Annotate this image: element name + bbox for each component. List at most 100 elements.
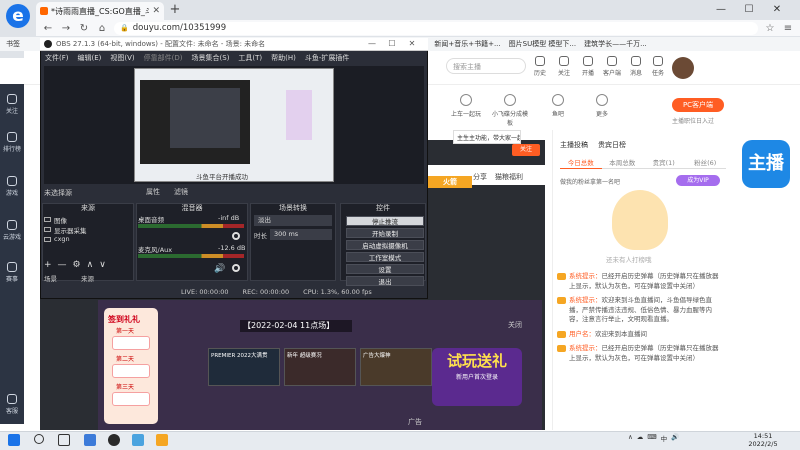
sidebar-item-games[interactable]: 游戏: [0, 176, 24, 197]
room-nav-ufo[interactable]: 小飞碟分成模板: [490, 94, 530, 127]
volume-icon[interactable]: 🔊: [671, 433, 679, 443]
url-field[interactable]: 🔒 douyu.com/10351999: [114, 21, 758, 35]
sidebar-item-esports[interactable]: 赛事: [0, 262, 24, 283]
douyu-search-input[interactable]: 搜索主播: [446, 58, 526, 74]
menu-icon[interactable]: ≡: [782, 23, 794, 34]
obs-menu-item[interactable]: 文件(F): [45, 53, 69, 63]
obs-source-item[interactable]: cxgn: [42, 235, 132, 245]
stop-streaming-button[interactable]: 停止推流: [346, 216, 424, 226]
obs-menu-item[interactable]: 场景集合(S): [192, 53, 230, 63]
obs-menu-item[interactable]: 编辑(E): [78, 53, 102, 63]
refresh-icon[interactable]: ↻: [78, 23, 90, 34]
header-follow[interactable]: 关注: [552, 56, 576, 77]
move-down-button[interactable]: ∨: [99, 260, 106, 270]
obs-filters-button[interactable]: 滤镜: [174, 187, 188, 197]
tab-week[interactable]: 本周总数: [601, 157, 643, 169]
remove-source-button[interactable]: —: [58, 260, 67, 270]
studio-mode-button[interactable]: 工作室模式: [346, 252, 424, 262]
host-promo-logo[interactable]: 主播: [742, 140, 790, 188]
tab-fans[interactable]: 粉丝(6): [684, 157, 726, 169]
obs-properties-button[interactable]: 属性: [146, 187, 160, 197]
obs-maximize-button[interactable]: ☐: [384, 39, 400, 48]
start-recording-button[interactable]: 开始录制: [346, 228, 424, 238]
home-icon[interactable]: ⌂: [96, 23, 108, 34]
gift-box[interactable]: [112, 392, 150, 406]
window-minimize-button[interactable]: —: [710, 3, 732, 17]
forward-icon[interactable]: →: [60, 23, 72, 34]
cat-food-button[interactable]: 猫粮福利: [495, 172, 523, 182]
exit-button[interactable]: 退出: [346, 276, 424, 286]
obs-source-item[interactable]: 图像: [42, 215, 132, 225]
transition-duration-field[interactable]: 300 ms: [270, 229, 332, 240]
gear-icon[interactable]: [232, 232, 240, 240]
rocket-label[interactable]: 火箭: [428, 176, 472, 188]
room-nav-more[interactable]: 更多: [582, 94, 622, 118]
browser-logo-icon[interactable]: e: [6, 4, 30, 28]
browser-taskbar-icon[interactable]: [132, 434, 144, 446]
cloud-icon[interactable]: ☁: [637, 433, 644, 443]
bookmark-item[interactable]: 图片SU模型 模型下...: [509, 39, 576, 49]
sidebar-item-cloudgame[interactable]: 云游戏: [0, 220, 24, 241]
star-icon[interactable]: ☆: [764, 23, 776, 34]
task-view-icon[interactable]: [58, 434, 70, 446]
search-icon[interactable]: [34, 434, 44, 444]
ime-icon[interactable]: 中: [661, 433, 668, 443]
become-vip-button[interactable]: 成为VIP: [676, 175, 720, 186]
avatar[interactable]: [672, 57, 694, 79]
tab-scenes[interactable]: 场景: [44, 273, 57, 283]
tab-close-icon[interactable]: ✕: [152, 6, 160, 16]
back-icon[interactable]: ←: [42, 23, 54, 34]
header-client[interactable]: 客户端: [600, 56, 624, 77]
file-explorer-icon[interactable]: [84, 434, 96, 446]
room-nav-fishbar[interactable]: 鱼吧: [538, 94, 578, 118]
window-close-button[interactable]: ✕: [766, 3, 788, 17]
tab-vip-daily[interactable]: 贵宾日榜: [598, 140, 626, 150]
source-settings-button[interactable]: ⚙: [73, 260, 81, 270]
close-ad-button[interactable]: 关闭: [508, 320, 522, 330]
obs-taskbar-icon[interactable]: [108, 434, 120, 446]
window-maximize-button[interactable]: ☐: [738, 3, 760, 17]
obs-menu-item[interactable]: 斗鱼-扩展插件: [305, 53, 350, 63]
ad-thumbnail[interactable]: 新年 超级赛况: [284, 348, 356, 386]
tab-vip[interactable]: 贵宾(1): [643, 157, 685, 169]
obs-menu-item[interactable]: 帮助(H): [271, 53, 296, 63]
header-broadcast[interactable]: 开播: [576, 56, 600, 77]
speaker-icon[interactable]: 🔊: [214, 264, 225, 274]
header-message[interactable]: 消息: [624, 56, 648, 77]
header-task[interactable]: 任务: [646, 56, 670, 77]
pc-client-button[interactable]: PC客户端: [672, 98, 724, 112]
bookmark-item[interactable]: 建筑学长——千万...: [584, 39, 647, 49]
obs-menu-item[interactable]: 视图(V): [110, 53, 134, 63]
keyboard-icon[interactable]: ⌨: [647, 433, 656, 443]
ad-thumbnail[interactable]: PREMIER 2022大满贯: [208, 348, 280, 386]
obs-source-item[interactable]: 显示器采集: [42, 225, 132, 235]
gear-icon[interactable]: [232, 264, 240, 272]
room-nav-ride[interactable]: 上车一起玩: [446, 94, 486, 118]
sidebar-item-rank[interactable]: 排行榜: [0, 132, 24, 153]
move-up-button[interactable]: ∧: [87, 260, 94, 270]
obs-minimize-button[interactable]: —: [364, 39, 380, 48]
add-source-button[interactable]: +: [44, 260, 52, 270]
browser-tab-active[interactable]: *诗雨雨直播_CS:GO直播_斗鱼... ✕: [36, 2, 164, 20]
tab-host-posts[interactable]: 主播投稿: [560, 140, 588, 150]
share-button[interactable]: 分享: [473, 172, 487, 182]
follow-button[interactable]: 关注: [512, 144, 540, 156]
tab-sources[interactable]: 来源: [81, 273, 94, 283]
windows-start-icon[interactable]: [8, 434, 20, 446]
tab-today[interactable]: 今日总数: [560, 157, 602, 169]
header-history[interactable]: 历史: [528, 56, 552, 77]
obs-close-button[interactable]: ✕: [404, 39, 420, 48]
app-taskbar-icon[interactable]: [156, 434, 168, 446]
gift-box[interactable]: [112, 336, 150, 350]
new-tab-button[interactable]: +: [168, 3, 182, 17]
virtual-camera-button[interactable]: 启动虚拟摄像机: [346, 240, 424, 250]
clock[interactable]: 14:51 2022/2/5: [738, 432, 788, 448]
bookmark-item[interactable]: 新闻+音乐+书籍+...: [434, 39, 500, 49]
obs-menu-item[interactable]: 停靠部件(D): [144, 53, 183, 63]
ad-thumbnail[interactable]: 广告大爆神: [360, 348, 432, 386]
bookmark-item[interactable]: 书签: [6, 39, 20, 49]
obs-menu-item[interactable]: 工具(T): [238, 53, 262, 63]
sidebar-item-follow[interactable]: 关注: [0, 94, 24, 115]
settings-button[interactable]: 设置: [346, 264, 424, 274]
transition-select[interactable]: 淡出: [254, 215, 332, 226]
